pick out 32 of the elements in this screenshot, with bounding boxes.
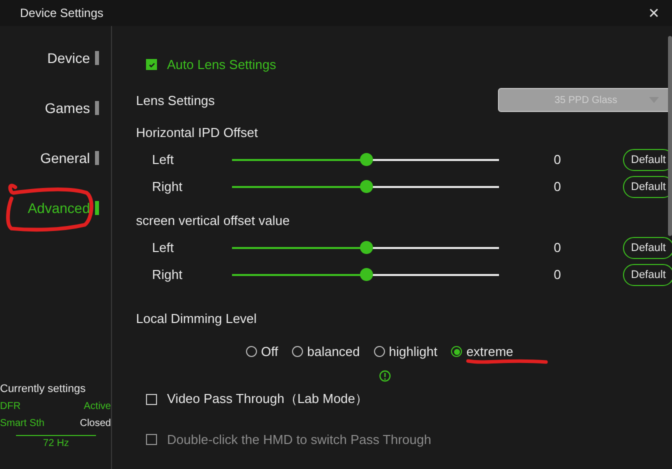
slider-label: Right [152, 267, 184, 282]
dimming-radio[interactable]: Off [246, 344, 278, 359]
current-settings-title: Currently settings [0, 383, 87, 395]
dimming-radio[interactable]: extreme [451, 344, 514, 359]
slider-value: 0 [552, 152, 561, 167]
default-button[interactable]: Default [623, 264, 672, 286]
slider-value: 0 [552, 267, 561, 282]
close-button[interactable]: ✕ [644, 5, 664, 21]
setting-name: DFR [0, 401, 21, 412]
slider-label: Left [152, 240, 175, 255]
setting-status: Closed [80, 418, 111, 429]
slider-value: 0 [552, 179, 561, 194]
sidebar-tab[interactable]: Advanced [28, 198, 99, 218]
setting-name: Smart Sth [0, 418, 44, 429]
lens-settings-label: Lens Settings [136, 92, 215, 108]
sidebar-tab[interactable]: General [40, 148, 99, 168]
group-title: Horizontal IPD Offset [136, 125, 259, 140]
slider-label: Left [152, 152, 175, 167]
dimming-radio[interactable]: balanced [292, 344, 360, 359]
window-title: Device Settings [20, 6, 104, 20]
default-button[interactable]: Default [623, 236, 672, 258]
auto-lens-checkbox[interactable]: Auto Lens Settings [136, 57, 672, 72]
dimming-radio[interactable]: highlight [374, 344, 438, 359]
setting-status: Active [84, 401, 111, 412]
slider-value: 0 [552, 240, 561, 255]
sidebar-tab[interactable]: Games [44, 98, 99, 118]
dimming-title: Local Dimming Level [136, 311, 258, 326]
sidebar-tab[interactable]: Device [47, 48, 99, 68]
refresh-rate: 72 Hz [16, 435, 96, 449]
option-checkbox[interactable]: Video Pass Through（Lab Mode） [136, 390, 672, 408]
group-title: screen vertical offset value [136, 213, 291, 228]
slider-label: Right [152, 179, 184, 194]
